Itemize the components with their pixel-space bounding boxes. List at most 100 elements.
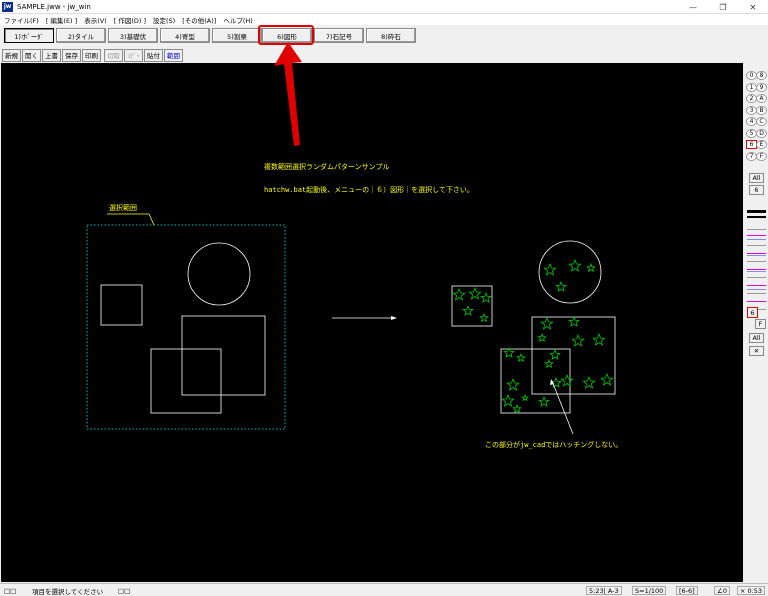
right-big-square-b [500, 348, 571, 414]
menu-bar: ファイル(F) [ 編集(E) ] 表示(V) [ 作図(D) ] 設定(S) … [0, 14, 768, 25]
pen-grid-line [747, 229, 766, 230]
hatch-star [543, 262, 557, 276]
right-figure [451, 240, 616, 414]
pen-color-swatch[interactable] [747, 289, 766, 290]
layer-number-box[interactable]: 6 [747, 307, 758, 318]
pen-color-swatch[interactable] [747, 239, 766, 240]
close-button[interactable]: ✕ [738, 0, 768, 14]
range-button[interactable]: 範囲 [164, 48, 183, 62]
red-arrow-icon [274, 42, 302, 146]
hatch-star [480, 291, 492, 303]
hatch-star [506, 377, 520, 391]
tab-gravel[interactable]: 8)砕石 [366, 28, 416, 43]
line-type-thick[interactable] [747, 210, 766, 213]
hatch-star [560, 373, 574, 387]
layer-button[interactable]: D [756, 128, 767, 138]
pen-color-swatch[interactable] [747, 255, 766, 256]
hatch-star [592, 332, 606, 346]
layer-button[interactable]: F [756, 151, 767, 161]
menu-settings[interactable]: 設定(S) [153, 15, 175, 25]
status-bar: □□ 項目を選択してください □□ 5:23| A-3 S=1/100 [6-6… [0, 583, 768, 596]
pen-color-swatch[interactable] [747, 253, 766, 254]
hatch-star [555, 280, 567, 292]
hatch-star [468, 286, 482, 300]
status-angle[interactable]: ∠0 [714, 586, 730, 595]
tab-border[interactable]: 1)ホﾞーﾀﾞ [4, 28, 54, 43]
hatch-star [582, 375, 596, 389]
hatch-stars [452, 258, 614, 414]
status-message: 項目を選択してください [32, 587, 104, 596]
layer-button[interactable]: 9 [756, 82, 767, 92]
pen-color-swatch[interactable] [747, 235, 766, 236]
hatch-star [520, 393, 530, 402]
minimize-button[interactable]: — [678, 0, 708, 14]
x-icon[interactable]: ✕ [749, 346, 764, 356]
range-label-leader [148, 213, 155, 226]
canvas-note: この部分がjw_cadではハッチングしない。 [485, 441, 623, 449]
status-scale[interactable]: S=1/100 [632, 586, 667, 595]
save-button[interactable]: 保存 [62, 48, 81, 62]
pen-grid-line [747, 261, 766, 262]
layer-button[interactable]: B [756, 105, 767, 115]
layer-group-all-button[interactable]: All [749, 173, 764, 183]
status-layer[interactable]: [6-6] [676, 586, 698, 595]
f-button[interactable]: F [755, 319, 766, 329]
tab-crushed-rock[interactable]: 5)割栗 [212, 28, 262, 43]
overwrite-button[interactable]: 上書 [42, 48, 61, 62]
menu-other[interactable]: [その他(A)] [182, 15, 216, 25]
hatch-star [462, 304, 474, 316]
layer-button[interactable]: E [756, 140, 767, 149]
pen-color-swatch[interactable] [747, 301, 766, 302]
pen-grid-line [747, 277, 766, 278]
hatch-star [540, 316, 554, 330]
canvas-instruction: hatchw.bat起動後、メニューの｜６）図形｜を選択して下さい。 [264, 186, 474, 194]
menu-file[interactable]: ファイル(F) [4, 15, 39, 25]
layer-panel: 08192A3B4C5D6E7F All 6 6 F All ✕ [745, 63, 768, 582]
cut-button[interactable]: 切取 [104, 48, 123, 62]
hatch-star [452, 287, 466, 301]
layer-button[interactable]: C [756, 117, 767, 126]
paste-button[interactable]: 貼付 [144, 48, 163, 62]
new-button[interactable]: 新規 [2, 48, 21, 62]
status-ratio[interactable]: × 0.53 [737, 586, 765, 595]
hatch-star [586, 262, 596, 273]
drawing-canvas[interactable]: 複数範囲選択ランダムパターンサンプル hatchw.bat起動後、メニューの｜６… [1, 63, 743, 582]
open-button[interactable]: 開く [22, 48, 41, 62]
hatch-star [501, 393, 515, 407]
menu-help[interactable]: ヘルプ(H) [223, 15, 252, 25]
pen-color-swatch[interactable] [747, 285, 766, 286]
hatch-star [537, 332, 547, 343]
canvas-title: 複数範囲選択ランダムパターンサンプル [264, 163, 390, 171]
line-type-medium[interactable] [747, 216, 766, 218]
hatch-star [512, 403, 522, 414]
tab-formwork[interactable]: 4)寄型 [160, 28, 210, 43]
pen-color-swatch[interactable] [747, 271, 766, 272]
right-circle [538, 240, 602, 304]
layer-all-button[interactable]: All [749, 333, 764, 343]
left-small-square [100, 284, 143, 326]
print-button[interactable]: 印刷 [82, 48, 101, 62]
tab-foundation[interactable]: 3)基礎伏 [108, 28, 158, 43]
tab-tile[interactable]: 2)タイル [56, 28, 106, 43]
status-coord[interactable]: 5:23| A-3 [586, 586, 622, 595]
hatch-star [538, 395, 550, 407]
pen-color-swatch[interactable] [747, 269, 766, 270]
pen-grid-line [747, 293, 766, 294]
hatch-tab-bar: 1)ホﾞーﾀﾞ 2)タイル 3)基礎伏 4)寄型 5)割栗 6)図形 7)石記号… [0, 25, 768, 46]
layer-button[interactable]: 8 [756, 71, 767, 80]
hatch-star [568, 315, 580, 327]
layer-button[interactable]: A [756, 94, 767, 103]
window-title: SAMPLE.jww - jw_win [17, 2, 91, 11]
menu-view[interactable]: 表示(V) [84, 15, 107, 25]
layer-group-number[interactable]: 6 [749, 185, 764, 195]
copy-button[interactable]: ｺﾋﾟｰ [124, 48, 143, 62]
maximize-button[interactable]: ❐ [708, 0, 738, 14]
hatch-star [600, 372, 614, 386]
left-circle [187, 242, 251, 306]
note-leader-arrow [550, 379, 554, 385]
menu-draw[interactable]: [ 作図(D) ] [114, 15, 146, 25]
tab-stone-symbol[interactable]: 7)石記号 [314, 28, 364, 43]
left-big-square-a [181, 315, 266, 396]
pen-grid-line [747, 245, 766, 246]
menu-edit[interactable]: [ 編集(E) ] [46, 15, 77, 25]
